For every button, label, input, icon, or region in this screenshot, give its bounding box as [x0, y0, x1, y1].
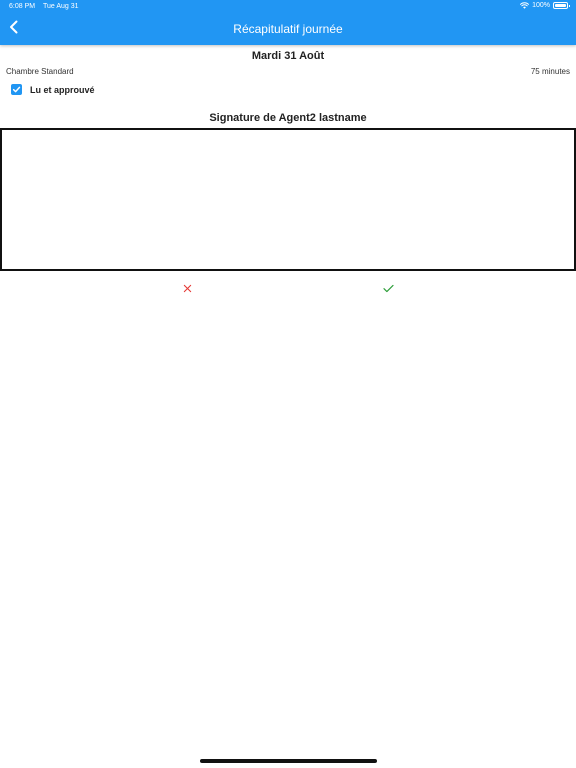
battery-percent: 100%	[532, 2, 550, 9]
room-type: Chambre Standard	[6, 67, 74, 76]
check-icon	[12, 81, 21, 99]
battery-icon	[553, 2, 570, 9]
close-icon	[183, 280, 192, 298]
status-bar: 6:08 PM Tue Aug 31 100%	[0, 0, 576, 14]
page-title: Récapitulatif journée	[233, 22, 343, 36]
check-icon	[383, 280, 394, 298]
confirm-signature-button[interactable]	[382, 282, 395, 295]
approve-checkbox-row[interactable]: Lu et approuvé	[11, 84, 95, 95]
status-time: 6:08 PM	[9, 3, 36, 10]
status-date: Tue Aug 31	[43, 3, 79, 10]
duration: 75 minutes	[530, 67, 570, 76]
home-indicator[interactable]	[200, 759, 377, 763]
date-heading: Mardi 31 Août	[251, 50, 325, 62]
approve-label: Lu et approuvé	[30, 84, 95, 95]
signature-title: Signature de Agent2 lastname	[209, 112, 367, 124]
app-bar: 6:08 PM Tue Aug 31 100% Récapitulatif jo…	[0, 0, 576, 45]
screen: 6:08 PM Tue Aug 31 100% Récapitulatif jo…	[0, 0, 576, 768]
approve-checkbox[interactable]	[11, 84, 22, 95]
signature-pad[interactable]	[0, 128, 576, 271]
status-right: 100%	[520, 2, 570, 9]
wifi-icon	[520, 2, 530, 9]
clear-signature-button[interactable]	[181, 282, 194, 295]
